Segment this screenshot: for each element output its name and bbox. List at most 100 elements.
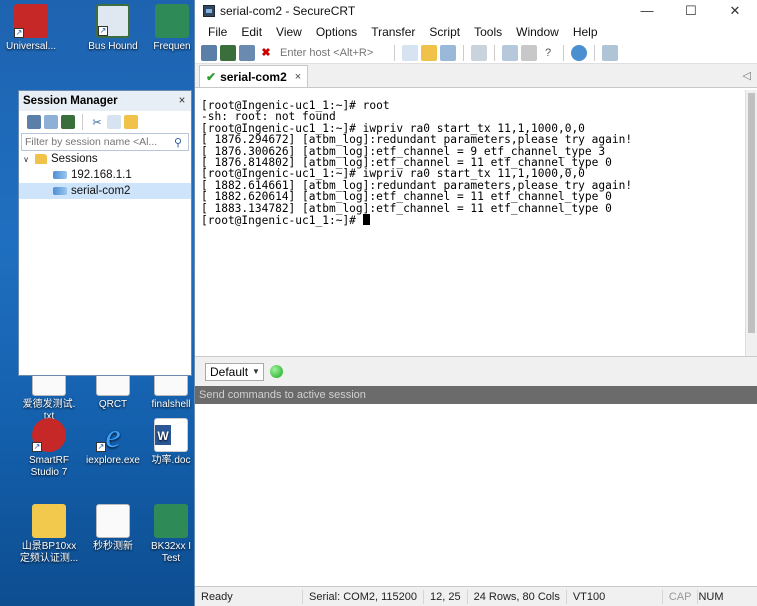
miaomiao-test-icon[interactable]: 秒秒测新 bbox=[82, 504, 144, 553]
help-icon[interactable] bbox=[571, 44, 587, 61]
folder-icon bbox=[35, 154, 47, 164]
universal-icon[interactable]: ↗ Universal... bbox=[0, 4, 62, 53]
quick-connect-icon[interactable] bbox=[220, 44, 236, 61]
terminal-line: [ 1883.134782] [atbm_log]:etf_channel = … bbox=[201, 201, 612, 215]
session-label: serial-com2 bbox=[71, 185, 131, 197]
toolbar-divider bbox=[563, 44, 564, 61]
window-title: serial-com2 - SecureCRT bbox=[220, 4, 356, 18]
host-input[interactable] bbox=[277, 44, 387, 61]
paste-icon[interactable] bbox=[421, 44, 437, 61]
send-commands-hint: Send commands to active session bbox=[195, 386, 757, 404]
tree-node-label: Sessions bbox=[51, 153, 98, 165]
status-caps-lock: CAP bbox=[663, 589, 699, 604]
sftp-icon[interactable] bbox=[602, 44, 618, 61]
terminal-line: [ 1876.294672] [atbm_log]:redundant para… bbox=[201, 133, 633, 147]
status-bar: Ready Serial: COM2, 115200 12, 25 24 Row… bbox=[195, 586, 757, 606]
folder-icon bbox=[32, 504, 66, 538]
menu-edit[interactable]: Edit bbox=[234, 25, 269, 39]
menu-window[interactable]: Window bbox=[509, 25, 566, 39]
status-serial: Serial: COM2, 115200 bbox=[303, 589, 425, 604]
session-options-icon[interactable] bbox=[502, 44, 518, 61]
session-connection-icon bbox=[53, 171, 67, 179]
menu-script[interactable]: Script bbox=[422, 25, 467, 39]
status-cursor-position: 12, 25 bbox=[424, 589, 468, 604]
tab-close-icon[interactable]: × bbox=[295, 71, 301, 83]
securecrt-app-icon bbox=[203, 5, 215, 17]
session-item-serial-com2[interactable]: serial-com2 bbox=[19, 183, 191, 199]
session-label: 192.168.1.1 bbox=[71, 169, 132, 181]
scrollbar-thumb[interactable] bbox=[748, 93, 755, 333]
power-doc-icon[interactable]: W 功率.doc bbox=[146, 418, 196, 467]
iexplore-icon[interactable]: e ↗ iexplore.exe bbox=[82, 418, 144, 467]
tree-node-sessions[interactable]: ∨ Sessions bbox=[19, 151, 191, 167]
session-item-192-168-1-1[interactable]: 192.168.1.1 bbox=[19, 167, 191, 183]
menu-tools[interactable]: Tools bbox=[467, 25, 509, 39]
svg-text:e: e bbox=[105, 418, 120, 452]
app-icon: ↗ bbox=[14, 4, 48, 38]
terminal-cursor bbox=[362, 214, 370, 226]
find-icon[interactable] bbox=[440, 44, 456, 61]
frequency-icon[interactable]: Frequen bbox=[148, 4, 196, 53]
document-icon bbox=[96, 504, 130, 538]
menu-transfer[interactable]: Transfer bbox=[364, 25, 422, 39]
session-tab-bar: ✔ serial-com2 × ◁ bbox=[195, 64, 757, 88]
session-manager-close-icon[interactable]: × bbox=[173, 95, 191, 107]
terminal-output[interactable]: [root@Ingenic-uc1_1:~]# root -sh: root: … bbox=[195, 90, 746, 356]
menu-file[interactable]: File bbox=[201, 25, 234, 39]
session-manager-title: Session Manager bbox=[23, 95, 118, 107]
status-terminal-size: 24 Rows, 80 Cols bbox=[468, 589, 567, 604]
menu-help[interactable]: Help bbox=[566, 25, 605, 39]
app-icon bbox=[154, 504, 188, 538]
paste-icon[interactable] bbox=[124, 115, 138, 129]
chevron-down-icon: ▼ bbox=[252, 367, 260, 376]
session-manager-header: Session Manager × bbox=[19, 91, 191, 111]
command-target-value: Default bbox=[210, 364, 249, 379]
print-icon[interactable] bbox=[471, 44, 487, 61]
session-connection-icon bbox=[53, 187, 67, 195]
app-icon bbox=[155, 4, 189, 38]
securecrt-window: serial-com2 - SecureCRT — ☐ ✕ File Edit … bbox=[194, 0, 757, 606]
session-manager-panel: Session Manager × ✂ ⚲ ∨ Sessions 192.168… bbox=[18, 90, 192, 376]
svg-text:W: W bbox=[157, 429, 169, 443]
properties-icon[interactable] bbox=[61, 115, 75, 129]
session-filter: ⚲ bbox=[21, 133, 189, 151]
title-bar[interactable]: serial-com2 - SecureCRT — ☐ ✕ bbox=[195, 0, 757, 22]
bk32xx-test-icon[interactable]: BK32xx I Test bbox=[146, 504, 196, 565]
new-session-icon[interactable] bbox=[44, 115, 58, 129]
menu-options[interactable]: Options bbox=[309, 25, 364, 39]
reconnect-icon[interactable] bbox=[239, 44, 255, 61]
command-target-select[interactable]: Default ▼ bbox=[205, 362, 264, 381]
minimize-button[interactable]: — bbox=[625, 0, 669, 22]
toolbar-divider bbox=[463, 44, 464, 61]
search-icon[interactable]: ⚲ bbox=[174, 136, 188, 149]
terminal-scrollbar[interactable] bbox=[745, 90, 757, 356]
session-filter-input[interactable] bbox=[22, 135, 174, 149]
internet-explorer-icon: e ↗ bbox=[96, 418, 130, 455]
status-num-lock: NUM bbox=[698, 590, 724, 603]
maximize-button[interactable]: ☐ bbox=[669, 0, 713, 22]
bus-hound-icon[interactable]: ↗ Bus Hound bbox=[82, 4, 144, 53]
tab-serial-com2[interactable]: ✔ serial-com2 × bbox=[199, 65, 309, 87]
tab-scroll-left-icon[interactable]: ◁ bbox=[743, 69, 751, 82]
copy-icon[interactable] bbox=[402, 44, 418, 61]
smartrf-studio-icon[interactable]: ↗ SmartRF Studio 7 bbox=[18, 418, 80, 479]
bp10xx-folder-icon[interactable]: 山景BP10xx 定频认证测... bbox=[18, 504, 80, 565]
chevron-down-icon[interactable]: ∨ bbox=[21, 155, 31, 164]
connect-icon[interactable] bbox=[27, 115, 41, 129]
copy-icon[interactable] bbox=[107, 115, 121, 129]
session-tree: ∨ Sessions 192.168.1.1 serial-com2 bbox=[19, 151, 191, 199]
command-window[interactable]: Send commands to active session bbox=[195, 386, 757, 586]
ti-logo-icon: ↗ bbox=[32, 418, 66, 452]
disconnect-icon[interactable]: ✖ bbox=[258, 45, 274, 61]
settings-icon[interactable] bbox=[521, 44, 537, 61]
menu-view[interactable]: View bbox=[269, 25, 309, 39]
connect-icon[interactable] bbox=[201, 44, 217, 61]
monitor-icon: ↗ bbox=[96, 4, 130, 38]
toolbar: ✖ ? bbox=[195, 42, 757, 64]
keymap-icon[interactable]: ? bbox=[540, 45, 556, 61]
cut-icon[interactable]: ✂ bbox=[90, 115, 104, 129]
toolbar-divider bbox=[394, 44, 395, 61]
status-ready: Ready bbox=[195, 589, 303, 604]
command-bar: Default ▼ bbox=[195, 356, 757, 386]
close-button[interactable]: ✕ bbox=[713, 0, 757, 22]
